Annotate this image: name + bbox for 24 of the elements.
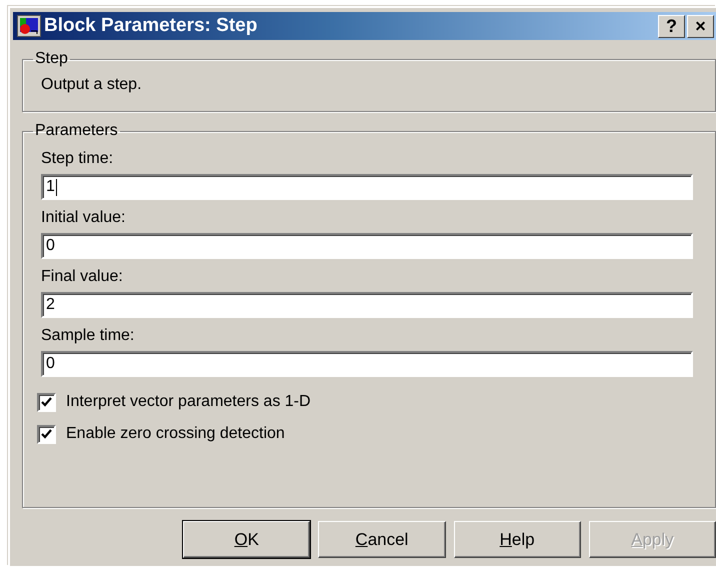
field-label: Sample time: xyxy=(41,327,136,345)
input-field[interactable]: 1 xyxy=(41,174,693,200)
check-icon xyxy=(41,396,52,408)
close-button[interactable]: × xyxy=(687,14,714,38)
group-title: Step xyxy=(34,50,69,68)
help-button[interactable]: ? xyxy=(658,14,685,38)
field-label: Final value: xyxy=(41,268,124,286)
dialog-button[interactable]: Help xyxy=(454,521,581,558)
checkbox-label: Enable zero crossing detection xyxy=(66,425,285,443)
group-title: Parameters xyxy=(34,122,119,140)
input-field[interactable]: 0 xyxy=(41,233,693,259)
checkbox[interactable] xyxy=(37,424,56,444)
window-title: Block Parameters: Step xyxy=(44,15,258,37)
input-field[interactable]: 0 xyxy=(41,351,693,377)
block-diagram-icon xyxy=(17,15,41,37)
field-label: Initial value: xyxy=(41,209,126,227)
checkbox[interactable] xyxy=(37,392,56,412)
dialog-button[interactable]: OK xyxy=(183,521,310,558)
field-label: Step time: xyxy=(41,150,114,168)
input-field[interactable]: 2 xyxy=(41,292,693,318)
dialog-button[interactable]: Cancel xyxy=(318,521,446,558)
checkbox-label: Interpret vector parameters as 1-D xyxy=(66,393,311,411)
check-icon xyxy=(41,428,52,440)
description-text: Output a step. xyxy=(41,75,143,94)
